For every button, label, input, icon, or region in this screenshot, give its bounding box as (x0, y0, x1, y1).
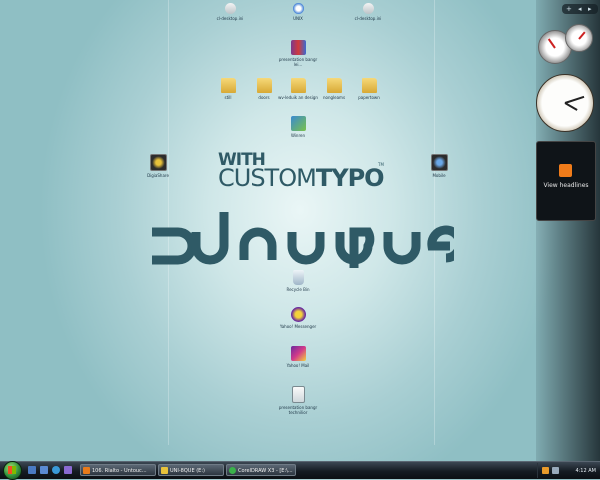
start-button[interactable] (3, 461, 22, 480)
desktop-icon-ini-right[interactable]: cl-desktop.ini (346, 3, 390, 21)
clock-minute-hand (564, 95, 585, 104)
sidebar-next-button[interactable]: ▸ (588, 4, 592, 14)
application-icon (290, 116, 306, 131)
taskbar-clock[interactable]: 4:12 AM (575, 465, 596, 477)
taskbar-button-media-player[interactable]: 106. Rialto - Untouc... (80, 464, 156, 476)
folder-icon (220, 78, 236, 93)
folder-icon (290, 78, 306, 93)
memory-meter-gadget[interactable] (565, 24, 593, 52)
wallpaper-custom-text: CUSTOMTYPO (218, 164, 385, 192)
volume-icon[interactable] (552, 467, 559, 474)
taskbar-button-coreldraw[interactable]: CorelDRAW X3 - [E:\... (226, 464, 296, 476)
coreldraw-icon (229, 467, 236, 474)
quicklaunch-browser-icon[interactable] (52, 466, 60, 474)
desktop-icon-mobile[interactable]: Mobile (417, 154, 461, 178)
media-player-icon (83, 467, 90, 474)
yahoo-mail-icon (290, 346, 306, 361)
wallpaper-tm-mark: TM (378, 162, 384, 167)
quicklaunch-switch-windows-icon[interactable] (40, 466, 48, 474)
sidebar-add-gadget-button[interactable]: + (566, 4, 572, 14)
desktop-icon-document[interactable]: presentation bangr technilior (276, 386, 320, 415)
clock-gadget[interactable] (536, 74, 594, 132)
camera-app-icon (149, 154, 167, 171)
cpu-meter-needle (547, 38, 556, 49)
yahoo-messenger-icon (290, 307, 306, 322)
folder-icon (326, 78, 342, 93)
recycle-bin-icon (292, 270, 304, 285)
wallpaper-typo-heading: WITH CUSTOMTYPO TM (218, 150, 388, 192)
sidebar-controls: + ◂ ▸ (562, 4, 598, 14)
quicklaunch-show-desktop-icon[interactable] (28, 466, 36, 474)
wallpaper-unique-logo: unique (152, 212, 454, 268)
quicklaunch-app-icon[interactable] (64, 466, 72, 474)
desktop-icon-digiashare[interactable]: DigiaShare (136, 154, 180, 178)
shortcut-icon (224, 3, 236, 14)
system-tray: 4:12 AM (537, 463, 600, 478)
windows-logo-icon (8, 466, 16, 474)
desktop-icon-archive[interactable]: presentation bangr lei... (276, 40, 320, 67)
folder-icon (256, 78, 272, 93)
desktop-icon-ini-left[interactable]: cl-desktop.ini (208, 3, 252, 21)
taskbar-button-explorer[interactable]: UNI-8QUE (E:) (158, 464, 224, 476)
desktop-icon-yahoo-messenger[interactable]: Yahoo! Messenger (276, 307, 320, 329)
windows-sidebar (536, 0, 600, 462)
desktop-icon-unix[interactable]: UNIX (276, 3, 320, 21)
unix-icon (292, 3, 304, 14)
memory-meter-needle (578, 31, 586, 40)
shortcut-icon (362, 3, 374, 14)
desktop-folder-papertown[interactable]: papertown (347, 78, 391, 100)
taskbar: 106. Rialto - Untouc... UNI-8QUE (E:) Co… (0, 461, 600, 480)
tray-app-icon[interactable] (542, 467, 549, 474)
desktop-icon-recycle-bin[interactable]: Recycle Bin (276, 270, 320, 292)
rss-icon (559, 164, 572, 177)
feed-headlines-gadget[interactable]: View headlines (536, 141, 596, 221)
winrar-archive-icon (290, 40, 306, 55)
desktop-icon-yahoo-mail[interactable]: Yahoo! Mail (276, 346, 320, 368)
sidebar-prev-button[interactable]: ◂ (578, 4, 582, 14)
desktop-icon-winren[interactable]: Winren (276, 116, 320, 138)
folder-icon (361, 78, 377, 93)
folder-icon (161, 467, 168, 474)
document-icon (291, 386, 305, 403)
camera-app-icon (430, 154, 448, 171)
view-headlines-label: View headlines (543, 182, 589, 189)
